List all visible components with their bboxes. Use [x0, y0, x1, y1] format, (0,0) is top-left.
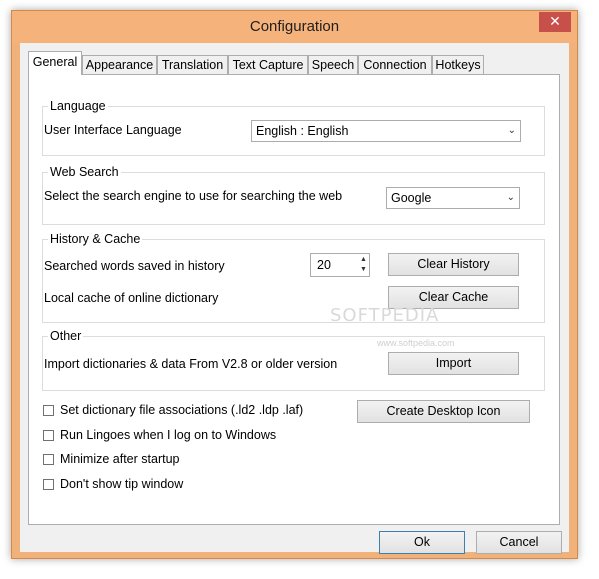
import-button[interactable]: Import [388, 352, 519, 375]
chevron-down-icon: ⌄ [506, 192, 515, 203]
tab-hotkeys[interactable]: Hotkeys [432, 55, 484, 74]
history-count-value: 20 [317, 258, 331, 272]
history-cache-group-title: History & Cache [48, 232, 143, 246]
general-panel: Language User Interface Language English… [28, 74, 560, 525]
close-icon: ✕ [549, 13, 561, 29]
search-engine-label: Select the search engine to use for sear… [44, 189, 343, 203]
minimize-startup-label: Minimize after startup [60, 452, 180, 466]
online-cache-label: Local cache of online dictionary [44, 291, 219, 305]
other-group: Other Import dictionaries & data From V2… [42, 329, 545, 391]
configuration-window: Configuration ✕ General Appearance Trans… [11, 10, 578, 559]
stepper-up-icon[interactable]: ▲ [359, 255, 368, 265]
run-on-logon-label: Run Lingoes when I log on to Windows [60, 428, 277, 442]
language-group: Language User Interface Language English… [42, 99, 545, 156]
language-group-title: Language [48, 99, 108, 113]
tip-window-checkbox[interactable] [43, 479, 54, 490]
web-search-group: Web Search Select the search engine to u… [42, 165, 545, 225]
run-on-logon-checkbox[interactable] [43, 430, 54, 441]
file-association-checkbox[interactable] [43, 405, 54, 416]
create-desktop-icon-button[interactable]: Create Desktop Icon [357, 400, 530, 423]
softpedia-watermark-url: www.softpedia.com [377, 338, 455, 348]
minimize-startup-checkbox[interactable] [43, 454, 54, 465]
tab-translation[interactable]: Translation [157, 55, 228, 74]
search-engine-select[interactable]: Google ⌄ [386, 187, 520, 209]
tab-general[interactable]: General [28, 51, 82, 75]
file-association-label: Set dictionary file associations (.ld2 .… [60, 403, 304, 417]
tab-speech[interactable]: Speech [308, 55, 358, 74]
ui-language-value: English : English [256, 124, 349, 138]
stepper-down-icon[interactable]: ▼ [359, 265, 368, 275]
ui-language-select[interactable]: English : English ⌄ [251, 120, 521, 142]
window-title: Configuration [249, 18, 340, 35]
ok-button[interactable]: Ok [379, 531, 465, 554]
chevron-down-icon: ⌄ [507, 125, 516, 136]
tab-text-capture[interactable]: Text Capture [228, 55, 308, 74]
tip-window-label: Don't show tip window [60, 477, 184, 491]
softpedia-watermark: SOFTPEDIA [330, 305, 440, 326]
close-button[interactable]: ✕ [539, 12, 571, 32]
title-bar[interactable]: Configuration ✕ [12, 11, 577, 43]
search-engine-value: Google [391, 191, 432, 205]
dialog-client-area: General Appearance Translation Text Capt… [20, 43, 569, 554]
other-group-title: Other [48, 329, 84, 343]
web-search-group-title: Web Search [48, 165, 121, 179]
clear-history-button[interactable]: Clear History [388, 253, 519, 276]
import-label: Import dictionaries & data From V2.8 or … [44, 357, 338, 371]
history-count-stepper[interactable]: 20 ▲ ▼ [310, 253, 370, 277]
history-count-label: Searched words saved in history [44, 259, 225, 273]
cancel-button[interactable]: Cancel [476, 531, 562, 554]
tab-connection[interactable]: Connection [358, 55, 432, 74]
tab-appearance[interactable]: Appearance [82, 55, 157, 74]
history-cache-group: History & Cache Searched words saved in … [42, 232, 545, 323]
ui-language-label: User Interface Language [44, 123, 182, 137]
